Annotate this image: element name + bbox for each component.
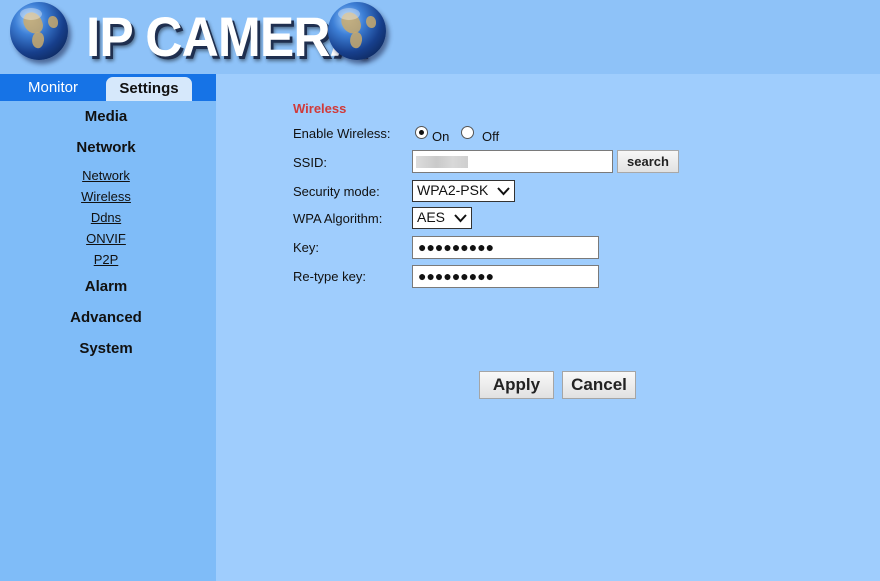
key-label: Key: <box>293 240 320 255</box>
search-button[interactable]: search <box>617 150 679 173</box>
sidebar: Monitor Settings Media Network Network W… <box>0 74 216 581</box>
apply-button[interactable]: Apply <box>479 371 554 399</box>
submenu-network[interactable]: Network <box>0 168 212 183</box>
section-title: Wireless <box>293 101 347 116</box>
tab-bar: Monitor Settings <box>0 74 216 101</box>
menu-advanced[interactable]: Advanced <box>0 309 212 326</box>
submenu-p2p[interactable]: P2P <box>0 252 212 267</box>
menu-alarm[interactable]: Alarm <box>0 278 212 295</box>
security-mode-value: WPA2-PSK <box>417 182 489 198</box>
globe-icon <box>328 2 386 60</box>
enable-off-radio[interactable] <box>461 126 474 139</box>
ssid-redacted <box>416 156 468 168</box>
enable-on-label: On <box>432 129 450 144</box>
wpa-algorithm-value: AES <box>417 209 446 225</box>
security-mode-select[interactable]: WPA2-PSK <box>412 180 515 202</box>
tab-settings[interactable]: Settings <box>106 77 192 101</box>
menu-system[interactable]: System <box>0 340 212 357</box>
logo-title: IP CAMERA <box>86 5 367 68</box>
wpa-algorithm-select[interactable]: AES <box>412 207 472 229</box>
menu-network[interactable]: Network <box>0 139 212 156</box>
enable-on-radio[interactable] <box>415 126 428 139</box>
submenu-ddns[interactable]: Ddns <box>0 210 212 225</box>
wpa-algorithm-label: WPA Algorithm: <box>293 211 383 226</box>
retype-key-label: Re-type key: <box>293 269 366 284</box>
key-input[interactable]: ●●●●●●●●● <box>412 236 599 259</box>
retype-key-input[interactable]: ●●●●●●●●● <box>412 265 599 288</box>
enable-wireless-label: Enable Wireless: <box>293 126 391 141</box>
chevron-down-icon <box>497 187 510 196</box>
security-mode-label: Security mode: <box>293 184 380 199</box>
enable-off-label: Off <box>482 129 500 144</box>
cancel-button[interactable]: Cancel <box>562 371 636 399</box>
ip-camera-settings-page: IP CAMERA Monitor Settings Media Network… <box>0 0 880 581</box>
submenu-wireless[interactable]: Wireless <box>0 189 212 204</box>
menu-media[interactable]: Media <box>0 108 212 125</box>
submenu-onvif[interactable]: ONVIF <box>0 231 212 246</box>
tab-monitor[interactable]: Monitor <box>0 74 106 101</box>
header-banner: IP CAMERA <box>0 0 880 74</box>
globe-icon <box>10 2 68 60</box>
chevron-down-icon <box>454 214 467 223</box>
ssid-label: SSID: <box>293 155 327 170</box>
